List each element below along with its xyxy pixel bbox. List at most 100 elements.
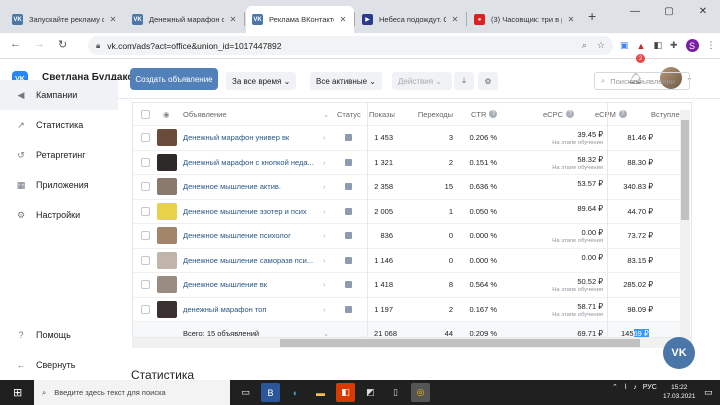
table-row[interactable]: денежный марафон топ › 1 197 2 0.167 % 58.71 … — [133, 296, 681, 321]
language-indicator[interactable]: РУС — [643, 384, 657, 391]
profile-avatar[interactable]: S — [685, 39, 699, 52]
ad-name-link[interactable]: Денежный марафон универ вк — [183, 126, 321, 149]
status-toggle[interactable] — [345, 183, 352, 190]
sidebar-item[interactable]: ◀ Кампании — [0, 80, 118, 110]
zoom-icon[interactable]: ⌕ — [582, 40, 587, 51]
table-row[interactable]: Денежное мышление актив. › 2 358 15 0.636 % 5… — [133, 174, 681, 198]
folder-icon[interactable]: ▬ — [311, 383, 330, 402]
row-checkbox[interactable] — [141, 133, 150, 142]
chevron-right-icon[interactable]: › — [323, 249, 326, 272]
new-tab-button[interactable]: + — [588, 8, 596, 24]
ad-name-link[interactable]: Денежный марафон с кнопкой неда... — [183, 151, 321, 174]
row-checkbox[interactable] — [141, 157, 150, 167]
col-ecpm[interactable]: eCPM? — [595, 103, 627, 125]
task-view-icon[interactable]: ▭ — [236, 383, 255, 402]
sidebar-item[interactable]: ← Свернуть — [0, 350, 118, 380]
ad-name-link[interactable]: денежный марафон топ — [183, 298, 321, 321]
col-ctr[interactable]: CTR? — [471, 103, 498, 125]
taskbar-search-input[interactable]: ⌕ Введите здесь текст для поиска — [34, 380, 230, 405]
ad-name-link[interactable]: Денежное мышление актив. — [183, 175, 321, 198]
close-icon[interactable]: ✕ — [108, 15, 118, 24]
windows-start-icon[interactable]: ⊞ — [13, 386, 22, 399]
status-toggle[interactable] — [345, 158, 352, 166]
browser-tab[interactable]: VK Денежный марафон с ✕ — [126, 6, 244, 33]
tablet-icon[interactable]: ▯ — [386, 383, 405, 402]
notifications-icon[interactable]: ▭ — [704, 387, 713, 398]
row-checkbox[interactable] — [141, 255, 150, 265]
vertical-scrollbar[interactable] — [680, 110, 690, 338]
row-checkbox[interactable] — [141, 304, 150, 314]
edge-icon[interactable]: ◐ — [286, 383, 305, 402]
browser-tab[interactable]: ▶ Небеса подождут. Сер ✕ — [356, 6, 466, 33]
status-toggle[interactable] — [345, 232, 352, 239]
close-icon[interactable]: ✕ — [228, 15, 238, 24]
reload-icon[interactable]: ↻ — [58, 38, 67, 51]
minimize-button[interactable]: — — [618, 6, 652, 17]
browser-tab[interactable]: ● (3) Часовщик: три в р ✕ — [468, 6, 582, 33]
chevron-right-icon[interactable]: › — [323, 151, 326, 174]
col-joined[interactable]: Вступлен — [651, 103, 684, 125]
period-filter[interactable]: За все время ⌄ — [226, 72, 297, 90]
back-icon[interactable]: ← — [10, 38, 21, 50]
translate-icon[interactable]: ▣ — [620, 40, 629, 51]
ad-name-link[interactable]: Денежное мышление саморазв пси... — [183, 249, 321, 272]
chevron-right-icon[interactable]: › — [323, 298, 326, 321]
forward-icon[interactable]: → — [34, 38, 45, 50]
chrome-icon[interactable]: ◎ — [411, 383, 430, 402]
scroll-thumb[interactable] — [280, 339, 640, 347]
table-row[interactable]: Денежный марафон универ вк › 1 453 3 0.206 %… — [133, 125, 681, 149]
scroll-thumb[interactable] — [681, 120, 689, 220]
ad-name-link[interactable]: Денежное мышление психолог — [183, 224, 321, 247]
row-checkbox[interactable] — [141, 182, 150, 191]
table-row[interactable]: Денежное мышление вк › 1 418 8 0.564 % 50.52 … — [133, 272, 681, 296]
status-toggle[interactable] — [345, 207, 352, 215]
browser-tab[interactable]: VK Реклама ВКонтакте ✕ — [246, 6, 354, 33]
create-ad-button[interactable]: Создать объявление — [130, 68, 218, 90]
sidebar-item[interactable]: ↺ Ретаргетинг — [0, 140, 118, 170]
status-toggle[interactable] — [345, 256, 352, 264]
ad-name-link[interactable]: Денежное мышление вк — [183, 273, 321, 296]
pdf-icon[interactable]: ▲ — [637, 41, 646, 51]
close-window-button[interactable]: ✕ — [686, 6, 720, 17]
table-row[interactable]: Денежное мышление эзотер и псих › 2 005 1 0.… — [133, 198, 681, 223]
chevron-right-icon[interactable]: › — [323, 126, 326, 149]
help-icon[interactable]: ? — [566, 110, 575, 118]
row-checkbox[interactable] — [141, 280, 150, 289]
star-icon[interactable]: ☆ — [597, 40, 605, 51]
maximize-button[interactable]: ▢ — [652, 6, 686, 17]
close-icon[interactable]: ✕ — [566, 15, 576, 24]
col-ecpc[interactable]: eCPC? — [543, 103, 575, 125]
status-toggle[interactable] — [345, 281, 352, 288]
extension-icon[interactable]: ◧ — [653, 40, 662, 51]
eye-icon[interactable]: ◉ — [163, 103, 170, 125]
table-row[interactable]: Денежное мышление саморазв пси... › 1 146 0… — [133, 247, 681, 272]
store-icon[interactable]: ◩ — [361, 383, 380, 402]
row-checkbox[interactable] — [141, 206, 150, 216]
help-icon[interactable]: ? — [618, 110, 627, 118]
vk-chat-button[interactable]: VK — [663, 337, 695, 369]
status-filter[interactable]: Все активные ⌄ — [310, 72, 382, 90]
word-icon[interactable]: B — [261, 383, 280, 402]
col-status[interactable]: Статус — [337, 103, 361, 125]
status-toggle[interactable] — [345, 134, 352, 141]
chevron-up-icon[interactable]: ⌃ — [612, 383, 618, 391]
chevron-right-icon[interactable]: › — [323, 273, 326, 296]
ad-name-link[interactable]: Денежное мышление эзотер и псих — [183, 200, 321, 223]
chevron-right-icon[interactable]: › — [323, 224, 326, 247]
browser-tab[interactable]: VK Запускайте рекламу с ✕ — [6, 6, 124, 33]
clock[interactable]: 15:22 17.03.2021 — [663, 383, 696, 401]
col-ad[interactable]: Объявление — [183, 103, 227, 125]
help-icon[interactable]: ? — [489, 110, 498, 118]
chevron-right-icon[interactable]: › — [323, 200, 326, 223]
puzzle-icon[interactable]: ✚ — [670, 40, 678, 51]
table-row[interactable]: Денежный марафон с кнопкой неда... › 1 321… — [133, 149, 681, 174]
select-all-checkbox[interactable] — [141, 109, 150, 119]
sidebar-item[interactable]: ⚙ Настройки — [0, 200, 118, 230]
volume-icon[interactable]: ♪ — [633, 384, 637, 391]
close-icon[interactable]: ✕ — [338, 15, 348, 24]
horizontal-scrollbar[interactable] — [132, 338, 692, 348]
close-icon[interactable]: ✕ — [450, 15, 460, 24]
menu-icon[interactable]: ⋮ — [707, 40, 716, 51]
sidebar-item[interactable]: ▦ Приложения — [0, 170, 118, 200]
status-toggle[interactable] — [345, 305, 352, 313]
